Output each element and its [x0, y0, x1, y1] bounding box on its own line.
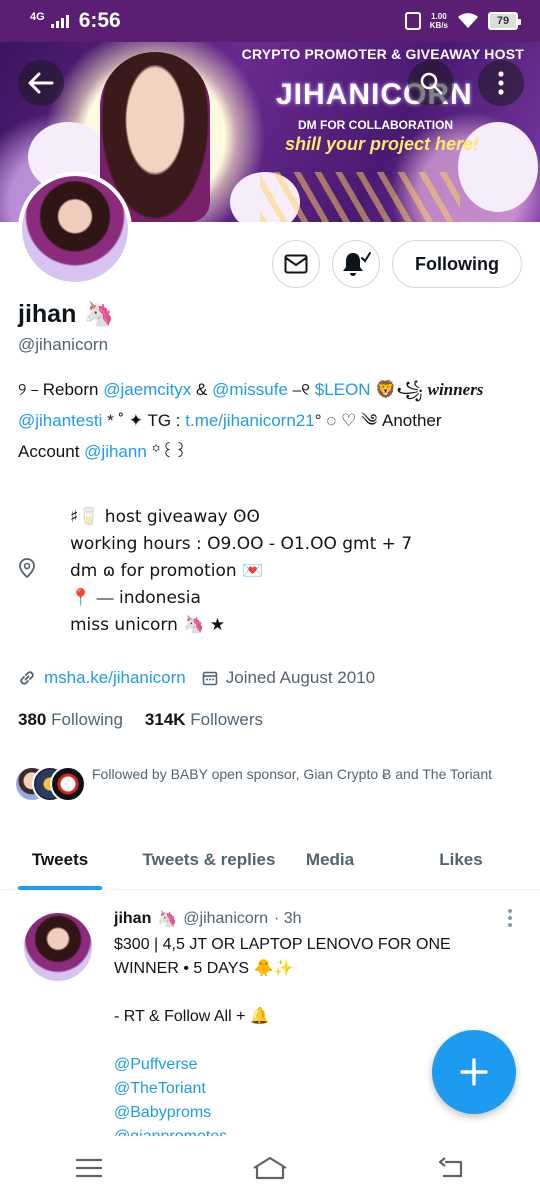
joined-date: Joined August 2010 [225, 668, 376, 687]
more-options-button[interactable] [478, 60, 524, 106]
followed-by-text: Followed by BABY open sponsor, Gian Cryp… [92, 766, 493, 782]
bio-telegram-link[interactable]: t.me/jihanicorn21 [185, 411, 314, 430]
bio-text: 🦁꧁ [370, 380, 428, 399]
back-arrow-icon [28, 72, 54, 94]
avatar-image [22, 176, 128, 282]
follow-counts: 380 Following 314K Followers [18, 710, 263, 730]
system-navigation-bar [0, 1136, 540, 1200]
tab-tweets-replies[interactable]: Tweets & replies [138, 830, 280, 890]
location-pin-icon [19, 558, 35, 578]
tweet-mention-link[interactable]: @Babyproms [114, 1101, 484, 1125]
network-speed: 1.00 KB/s [429, 12, 448, 30]
link-icon [20, 671, 34, 685]
bio-text: ° ◌ ♡ ༄ Another [314, 411, 442, 430]
unicorn-emoji: 🦄 [84, 301, 115, 328]
plus-icon [460, 1058, 488, 1086]
unicorn-emoji: 🦄 [157, 911, 178, 928]
tweet-header: jihan 🦄 @jihanicorn · 3h [114, 909, 302, 929]
bio-mention-link[interactable]: @jihantesti [18, 411, 102, 430]
tab-likes[interactable]: Likes [438, 830, 484, 890]
banner-tagline: shill your project here! [285, 134, 480, 154]
profile-location-block: ♯🥛 host giveaway ʘʘ working hours : O9.O… [70, 504, 412, 639]
profile-avatar[interactable] [18, 172, 132, 286]
profile-bio: ୨ ⎯ Reborn @jaemcityx & @missufe ⎯୧ $LEO… [18, 374, 528, 467]
battery-indicator: 79 [488, 12, 521, 30]
bio-mention-link[interactable]: @jaemcityx [103, 380, 191, 399]
tweet-more-icon[interactable] [502, 907, 518, 929]
bell-check-icon [343, 252, 371, 276]
bio-mention-link[interactable]: @jihann [84, 442, 147, 461]
status-bar: 4G 6:56 1.00 KB/s 79 [0, 0, 540, 42]
profile-handle: @jihanicorn [18, 335, 109, 354]
tweet-avatar[interactable] [24, 913, 92, 981]
bio-mention-link[interactable]: @missufe [212, 380, 288, 399]
bio-text: ꙳꒰꒱ [146, 442, 188, 461]
back-button[interactable] [18, 60, 64, 106]
clock: 6:56 [78, 9, 121, 32]
followed-by-avatars [14, 764, 88, 804]
tab-tweets[interactable]: Tweets [18, 830, 102, 890]
avatar [50, 766, 86, 802]
more-vertical-icon [498, 71, 504, 95]
vibrate-icon [404, 12, 421, 30]
bio-line: 📍 ⎯⎯ indonesia [70, 588, 201, 608]
notifications-button[interactable] [332, 240, 380, 288]
calendar-icon [202, 671, 218, 686]
search-button[interactable] [408, 60, 454, 106]
tweet-text: $300 | 4,5 JT OR LAPTOP LENOVO FOR ONE W… [114, 936, 451, 977]
bio-text: & [191, 380, 213, 399]
bio-line: dm ɷ for promotion 💌 [70, 561, 264, 581]
back-nav-icon[interactable] [437, 1157, 465, 1179]
website-link[interactable]: msha.ke/jihanicorn [44, 668, 186, 688]
following-button[interactable]: Following [392, 240, 522, 288]
bio-text: ୨ ⎯ Reborn [18, 380, 104, 399]
bio-cashtag-link[interactable]: $LEON [315, 380, 371, 399]
tweet-mention-link[interactable]: @gianpromotes [114, 1125, 484, 1136]
tab-media[interactable]: Media [302, 830, 358, 890]
banner-sub: DM FOR COLLABORATION [298, 118, 454, 132]
bio-line: miss unicorn 🦄 ★ [70, 615, 226, 635]
followers-count-link[interactable]: 314K Followers [145, 710, 263, 730]
network-type: 4G [30, 10, 45, 23]
profile-meta: msha.ke/jihanicorn Joined August 2010 [18, 668, 375, 688]
profile-name-row: jihan 🦄 [18, 300, 114, 329]
search-icon [420, 72, 443, 95]
tweet-mention-link[interactable]: @TheToriant [114, 1077, 484, 1101]
following-count-link[interactable]: 380 Following [18, 710, 123, 730]
bio-line: ♯🥛 host giveaway ʘʘ [70, 507, 260, 527]
tweet-body: $300 | 4,5 JT OR LAPTOP LENOVO FOR ONE W… [114, 933, 484, 1136]
profile-name: jihan [18, 300, 77, 328]
tweet-author-name[interactable]: jihan [114, 910, 151, 928]
compose-tweet-button[interactable] [432, 1030, 516, 1114]
tweet-author-handle: @jihanicorn [183, 910, 268, 927]
bio-line: working hours : O9.OO - O1.OO gmt + 7 [70, 534, 413, 554]
bio-text: * ˚ ✦ TG : [102, 411, 186, 430]
profile-tabs: Tweets Tweets & replies Media Likes [0, 830, 540, 890]
message-button[interactable] [272, 240, 320, 288]
signal-icon [50, 14, 69, 28]
menu-icon[interactable] [75, 1157, 103, 1179]
mail-icon [284, 254, 308, 274]
home-icon[interactable] [252, 1156, 288, 1180]
banner-stars [260, 172, 460, 222]
tweet-text: - RT & Follow All + 🔔 [114, 1008, 270, 1025]
bio-text: Account [18, 442, 85, 461]
bio-text: ⎯୧ [287, 380, 315, 399]
wifi-icon [458, 13, 478, 28]
followed-by[interactable]: Followed by BABY open sponsor, Gian Cryp… [14, 764, 512, 804]
banner-top-title: CRYPTO PROMOTER & GIVEAWAY HOST [241, 46, 524, 62]
bio-winners-text: winners [427, 380, 484, 399]
tweet-mention-link[interactable]: @Puffverse [114, 1053, 484, 1077]
tweet-time: · 3h [274, 910, 302, 927]
